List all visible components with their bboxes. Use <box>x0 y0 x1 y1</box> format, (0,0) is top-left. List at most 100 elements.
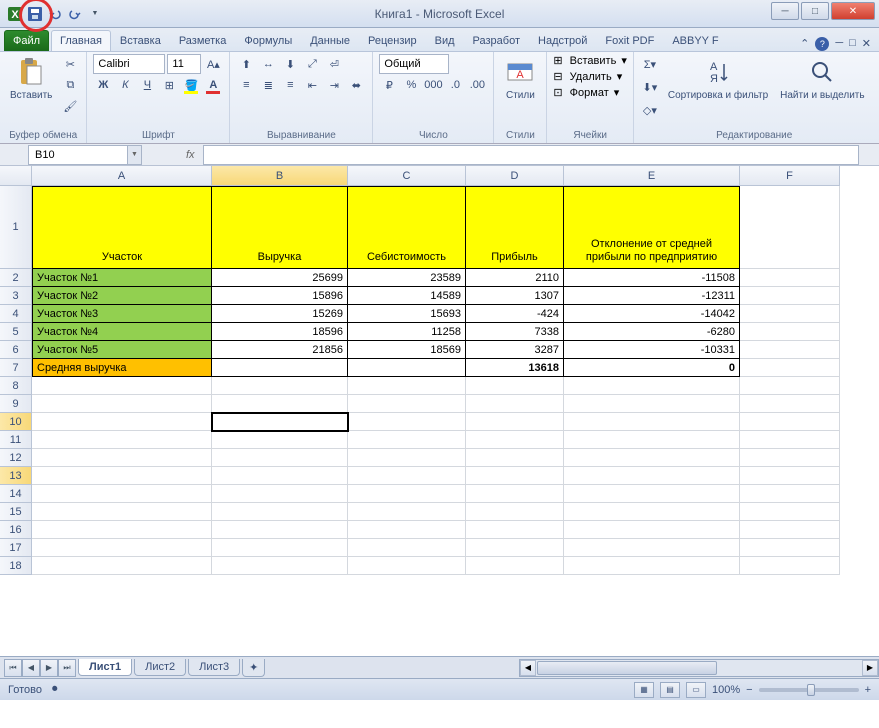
orientation-button[interactable]: ⤢ <box>302 54 322 74</box>
horizontal-scrollbar[interactable]: ◀ ▶ <box>519 659 879 677</box>
col-header-A[interactable]: A <box>32 166 212 186</box>
cell-B6[interactable]: 21856 <box>212 341 348 359</box>
cell-D17[interactable] <box>466 539 564 557</box>
tab-abbyy[interactable]: ABBYY F <box>663 30 727 51</box>
cell-B1[interactable]: Выручка <box>212 186 348 269</box>
help-icon[interactable]: ? <box>815 37 829 51</box>
row-header-4[interactable]: 4 <box>0 305 32 323</box>
tab-review[interactable]: Рецензир <box>359 30 426 51</box>
find-select-button[interactable]: Найти и выделить <box>776 54 868 103</box>
bold-button[interactable]: Ж <box>93 75 113 95</box>
cell-D7[interactable]: 13618 <box>466 359 564 377</box>
cell-C14[interactable] <box>348 485 466 503</box>
cell-A13[interactable] <box>32 467 212 485</box>
tab-insert[interactable]: Вставка <box>111 30 170 51</box>
cell-D5[interactable]: 7338 <box>466 323 564 341</box>
cell-A4[interactable]: Участок №3 <box>32 305 212 323</box>
row-header-17[interactable]: 17 <box>0 539 32 557</box>
row-header-12[interactable]: 12 <box>0 449 32 467</box>
cell-D8[interactable] <box>466 377 564 395</box>
cell-C16[interactable] <box>348 521 466 539</box>
cell-E11[interactable] <box>564 431 740 449</box>
cell-A8[interactable] <box>32 377 212 395</box>
zoom-thumb[interactable] <box>807 684 815 696</box>
save-button[interactable] <box>26 5 44 23</box>
cell-F3[interactable] <box>740 287 840 305</box>
cell-C2[interactable]: 23589 <box>348 269 466 287</box>
cell-B17[interactable] <box>212 539 348 557</box>
sheet-tab-3[interactable]: Лист3 <box>188 659 240 676</box>
cell-E10[interactable] <box>564 413 740 431</box>
cell-A12[interactable] <box>32 449 212 467</box>
col-header-B[interactable]: B <box>212 166 348 186</box>
cell-F4[interactable] <box>740 305 840 323</box>
cell-E5[interactable]: -6280 <box>564 323 740 341</box>
cell-D16[interactable] <box>466 521 564 539</box>
cell-B11[interactable] <box>212 431 348 449</box>
row-header-8[interactable]: 8 <box>0 377 32 395</box>
name-box-dropdown[interactable]: ▼ <box>128 145 142 165</box>
cell-B14[interactable] <box>212 485 348 503</box>
col-header-E[interactable]: E <box>564 166 740 186</box>
sheet-tab-2[interactable]: Лист2 <box>134 659 186 676</box>
sheet-last-button[interactable]: ⏭ <box>58 659 76 677</box>
sheet-next-button[interactable]: ▶ <box>40 659 58 677</box>
cell-E17[interactable] <box>564 539 740 557</box>
tab-view[interactable]: Вид <box>426 30 464 51</box>
row-header-3[interactable]: 3 <box>0 287 32 305</box>
cell-A9[interactable] <box>32 395 212 413</box>
zoom-level[interactable]: 100% <box>712 684 740 696</box>
paste-button[interactable]: Вставить <box>6 54 56 103</box>
cell-F17[interactable] <box>740 539 840 557</box>
row-header-7[interactable]: 7 <box>0 359 32 377</box>
page-break-view-button[interactable]: ▭ <box>686 682 706 698</box>
format-cells-button[interactable]: ⊡ Формат ▾ <box>553 86 627 99</box>
cell-C17[interactable] <box>348 539 466 557</box>
cell-D11[interactable] <box>466 431 564 449</box>
cell-B12[interactable] <box>212 449 348 467</box>
format-painter-button[interactable]: 🖌 <box>60 96 80 116</box>
fill-button[interactable]: ⬇▾ <box>640 77 660 97</box>
cell-D15[interactable] <box>466 503 564 521</box>
font-size-select[interactable]: 11 <box>167 54 201 74</box>
excel-icon[interactable]: X <box>6 5 24 23</box>
minimize-ribbon-icon[interactable]: ⌃ <box>800 37 809 51</box>
row-header-6[interactable]: 6 <box>0 341 32 359</box>
comma-button[interactable]: 000 <box>423 75 443 95</box>
cell-A14[interactable] <box>32 485 212 503</box>
row-header-2[interactable]: 2 <box>0 269 32 287</box>
underline-button[interactable]: Ч <box>137 75 157 95</box>
number-format-select[interactable]: Общий <box>379 54 449 74</box>
copy-button[interactable]: ⧉ <box>60 75 80 95</box>
undo-button[interactable] <box>46 5 64 23</box>
tab-file[interactable]: Файл <box>4 30 49 51</box>
scroll-left-button[interactable]: ◀ <box>520 660 536 676</box>
cell-B7[interactable] <box>212 359 348 377</box>
tab-data[interactable]: Данные <box>301 30 359 51</box>
cell-E13[interactable] <box>564 467 740 485</box>
close-button[interactable]: ✕ <box>831 2 875 20</box>
row-header-10[interactable]: 10 <box>0 413 32 431</box>
col-header-F[interactable]: F <box>740 166 840 186</box>
cell-E7[interactable]: 0 <box>564 359 740 377</box>
cell-A10[interactable] <box>32 413 212 431</box>
cell-C3[interactable]: 14589 <box>348 287 466 305</box>
cell-D13[interactable] <box>466 467 564 485</box>
tab-foxit[interactable]: Foxit PDF <box>596 30 663 51</box>
styles-button[interactable]: A Стили <box>500 54 540 103</box>
cell-F13[interactable] <box>740 467 840 485</box>
cell-F16[interactable] <box>740 521 840 539</box>
cell-F10[interactable] <box>740 413 840 431</box>
cell-D1[interactable]: Прибыль <box>466 186 564 269</box>
cell-F8[interactable] <box>740 377 840 395</box>
row-header-1[interactable]: 1 <box>0 186 32 269</box>
sort-filter-button[interactable]: AЯ Сортировка и фильтр <box>664 54 772 103</box>
mdi-restore-icon[interactable]: □ <box>849 37 856 51</box>
cell-C7[interactable] <box>348 359 466 377</box>
cell-D12[interactable] <box>466 449 564 467</box>
cell-D2[interactable]: 2110 <box>466 269 564 287</box>
fill-color-button[interactable]: 🪣 <box>181 75 201 95</box>
align-left-button[interactable]: ≡ <box>236 75 256 95</box>
tab-developer[interactable]: Разработ <box>464 30 529 51</box>
cell-B15[interactable] <box>212 503 348 521</box>
